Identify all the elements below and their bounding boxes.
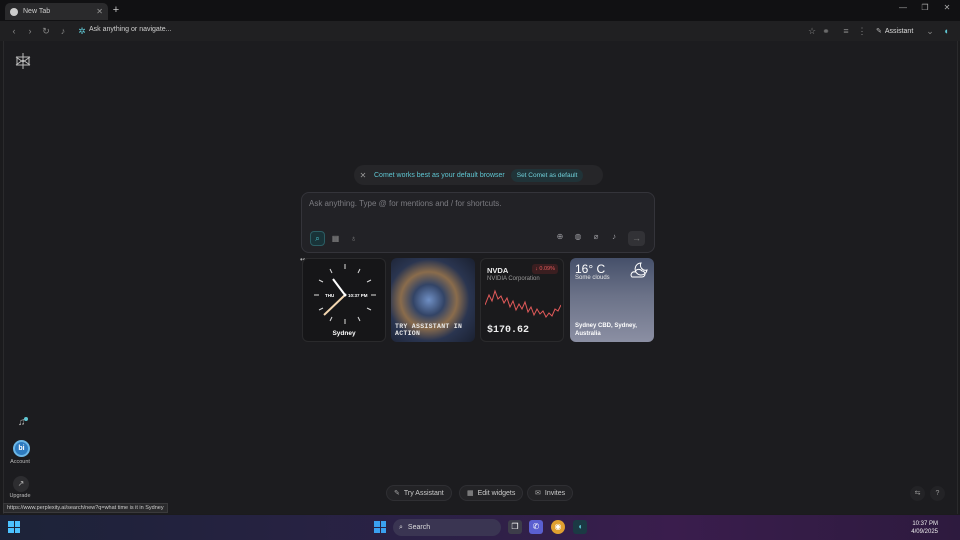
task-view-icon[interactable]: ❐ <box>508 520 522 534</box>
focus-icon[interactable]: ⊕ <box>554 232 566 241</box>
analog-clock: THU 10:37 PM <box>314 264 376 324</box>
banner-close-icon[interactable]: ✕ <box>354 171 372 180</box>
invites-button[interactable]: ✉ Invites <box>527 485 574 501</box>
edit-widgets-button[interactable]: ▦ Edit widgets <box>459 485 524 501</box>
taskbar-date: 4/09/2025 <box>911 529 938 535</box>
moon-cloud-icon <box>630 262 648 278</box>
tab-title: New Tab <box>23 8 51 15</box>
teams-icon[interactable]: ✆ <box>529 520 543 534</box>
globe-icon[interactable]: ◍ <box>572 232 584 241</box>
notification-dot <box>24 417 28 421</box>
tab-strip: New Tab ✕ + — ❐ ✕ <box>0 0 960 21</box>
translate-icon[interactable]: ⇆ <box>910 486 925 501</box>
invites-label: Invites <box>544 489 566 497</box>
link-icon[interactable]: ⚭ <box>820 25 832 37</box>
clock-city: Sydney <box>332 330 356 337</box>
help-icon[interactable]: ? <box>930 486 945 501</box>
weather-widget[interactable]: 16° C Some clouds Sydney CBD, Sydney, Au… <box>570 258 654 342</box>
maximize-button[interactable]: ❐ <box>918 3 932 12</box>
demo-caption: TRY ASSISTANT IN ACTION <box>395 323 463 337</box>
new-tab-page: ✕ Comet works best as your default brows… <box>3 41 958 514</box>
upgrade-label: Upgrade <box>9 493 31 499</box>
search-mode-icon[interactable]: ⌕ <box>310 231 325 246</box>
extension-icon[interactable]: ◖ <box>940 25 952 37</box>
account-avatar[interactable]: bi <box>13 440 30 457</box>
weather-location: Sydney CBD, Sydney, Australia <box>575 323 637 337</box>
browser-toolbar: ‹ › ↻ ♪ ✲ Ask anything or navigate... ☆ … <box>0 21 960 41</box>
taskbar-search[interactable]: ⌕ Search <box>393 519 501 536</box>
audio-wave-icon[interactable]: ⋮ <box>856 25 868 37</box>
minimize-button[interactable]: — <box>896 3 910 12</box>
search-input[interactable] <box>309 199 644 208</box>
stock-price: $170.62 <box>487 325 530 336</box>
close-window-button[interactable]: ✕ <box>940 3 954 12</box>
default-browser-banner: ✕ Comet works best as your default brows… <box>354 165 603 185</box>
attach-icon[interactable]: ⌀ <box>590 232 602 241</box>
comet-taskbar-icon[interactable]: ◖ <box>573 520 587 534</box>
assistant-icon: ✎ <box>876 28 882 35</box>
taskbar-search-label: Search <box>407 524 431 531</box>
search-icon: ⌕ <box>399 523 403 531</box>
banner-text: Comet works best as your default browser <box>374 171 505 179</box>
microphone-icon[interactable]: ♪ <box>57 25 69 37</box>
comet-favicon-icon <box>10 7 18 16</box>
taskbar-time: 10:37 PM <box>912 521 938 527</box>
edit-widgets-label: Edit widgets <box>477 489 516 497</box>
try-assistant-label: Try Assistant <box>403 489 444 497</box>
clock-time: 10:37 PM <box>348 293 368 298</box>
assistant-demo-widget[interactable]: TRY ASSISTANT IN ACTION <box>391 258 475 342</box>
star-icon[interactable]: ☆ <box>806 25 818 37</box>
stock-widget[interactable]: NVDA NVIDIA Corporation ↓ 0.09% $170.62 <box>480 258 564 342</box>
mail-icon: ✉ <box>535 490 541 497</box>
clock-widget[interactable]: THU 10:37 PM Sydney <box>302 258 386 342</box>
grid-icon: ▦ <box>467 490 474 497</box>
assistant-label: Assistant <box>884 27 914 35</box>
assistant-button[interactable]: ✎ Assistant <box>872 24 917 38</box>
status-url: https://www.perplexity.ai/search/new?q=w… <box>3 503 168 513</box>
widgets-icon[interactable] <box>8 521 20 533</box>
tab-new-tab[interactable]: New Tab ✕ <box>5 3 108 20</box>
stock-ticker: NVDA <box>487 266 509 275</box>
upgrade-arrow-icon[interactable]: ↗ <box>13 476 29 492</box>
comet-logo-icon: ✲ <box>78 26 86 36</box>
omnibox[interactable]: Ask anything or navigate... <box>89 26 172 33</box>
forward-icon[interactable]: › <box>24 25 36 37</box>
perplexity-logo-icon[interactable] <box>14 52 32 70</box>
voice-icon[interactable]: ♪ <box>608 232 620 241</box>
reload-icon[interactable]: ↻ <box>40 25 52 37</box>
new-tab-button[interactable]: + <box>111 4 121 16</box>
chrome-icon[interactable]: ◉ <box>551 520 565 534</box>
weather-temperature: 16° C <box>575 262 606 276</box>
filter-icon[interactable]: ≡ <box>840 25 852 37</box>
try-assistant-button[interactable]: ✎ Try Assistant <box>386 485 452 501</box>
submit-button[interactable]: → <box>628 231 645 246</box>
assistant-icon: ✎ <box>394 490 400 497</box>
search-box: ⌕ ▦ ♁ ⊕ ◍ ⌀ ♪ → <box>301 192 655 253</box>
start-button[interactable] <box>374 521 386 533</box>
stock-company-name: NVIDIA Corporation <box>487 276 540 282</box>
labs-mode-icon[interactable]: ♁ <box>346 231 361 246</box>
taskbar-clock[interactable]: 10:37 PM 4/09/2025 <box>911 520 938 536</box>
chevron-down-icon[interactable]: ⌄ <box>924 25 936 37</box>
clock-day: THU <box>325 293 334 298</box>
research-mode-icon[interactable]: ▦ <box>328 231 343 246</box>
windows-taskbar: ⌕ Search ❐ ✆ ◉ ◖ 10:37 PM 4/09/2025 <box>0 515 960 540</box>
weather-condition: Some clouds <box>575 275 610 281</box>
stock-sparkline <box>485 289 561 318</box>
tab-close-icon[interactable]: ✕ <box>96 7 103 16</box>
back-icon[interactable]: ‹ <box>8 25 20 37</box>
stock-change-badge: ↓ 0.09% <box>532 264 558 274</box>
set-default-button[interactable]: Set Comet as default <box>510 168 584 182</box>
account-label: Account <box>10 459 30 465</box>
